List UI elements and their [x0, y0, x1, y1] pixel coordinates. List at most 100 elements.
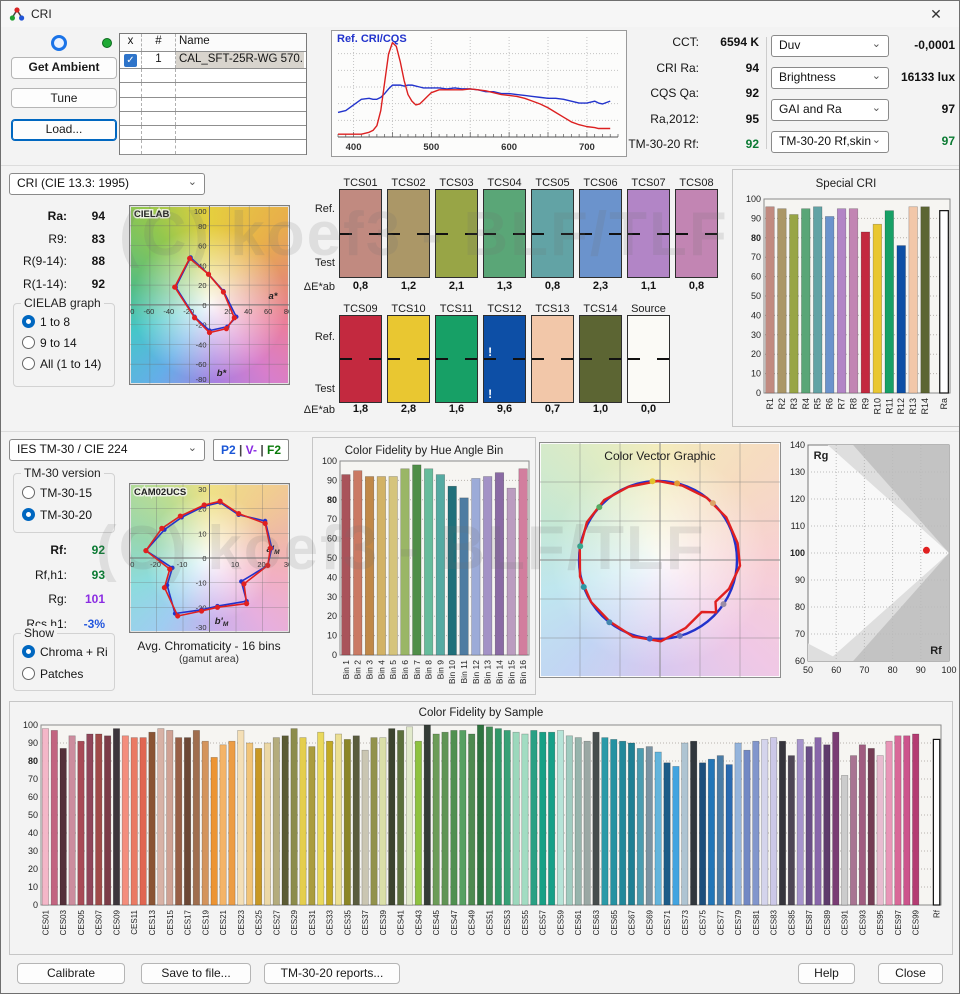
- table-row-empty[interactable]: [120, 111, 306, 127]
- tcs-swatch: [339, 189, 382, 278]
- table-row-empty[interactable]: [120, 126, 306, 141]
- metric-combo[interactable]: ⌄ Brightness: [771, 67, 889, 89]
- get-ambient-button[interactable]: Get Ambient: [11, 57, 117, 79]
- ref-test-divider: [561, 358, 573, 360]
- radio-unselected[interactable]: [22, 667, 35, 680]
- stat-value: 92: [745, 137, 759, 151]
- delta-e-value: 0,7: [544, 403, 561, 415]
- tcs-swatch: [675, 189, 718, 278]
- svg-text:70: 70: [28, 774, 38, 784]
- cam-caption: Avg. Chromaticity - 16 bins: [137, 639, 281, 653]
- svg-text:CES57: CES57: [539, 909, 548, 935]
- radio-option[interactable]: 9 to 14: [22, 336, 77, 351]
- delta-e-label: ΔE*ab: [303, 404, 335, 416]
- metric-value: 97: [941, 102, 955, 116]
- cri-standard-combo[interactable]: ⌄ CRI (CIE 13.3: 1995): [9, 173, 205, 195]
- stat-row: Ra,2012: 95: [623, 112, 759, 126]
- svg-text:100: 100: [23, 720, 38, 730]
- radio-unselected[interactable]: [22, 357, 35, 370]
- ref-test-divider: [705, 232, 717, 235]
- tcs-label: TCS03: [439, 177, 474, 189]
- tcs-label: TCS12: [487, 303, 522, 315]
- close-icon[interactable]: ✕: [921, 4, 951, 24]
- svg-text:70: 70: [859, 665, 869, 675]
- combo-value: CRI (CIE 13.3: 1995): [17, 176, 130, 190]
- ref-test-divider: [388, 358, 400, 360]
- svg-text:100: 100: [941, 665, 956, 675]
- table-row[interactable]: ✓ 1 CAL_SFT-25R-WG 570...: [120, 52, 306, 69]
- table-row-empty[interactable]: [120, 97, 306, 112]
- radio-unselected[interactable]: [22, 336, 35, 349]
- group-title: Show: [21, 626, 58, 640]
- table-cell: [142, 97, 176, 111]
- radio-label: Patches: [40, 667, 84, 681]
- metric-combo[interactable]: ⌄ GAI and Ra: [771, 99, 889, 121]
- report-link-group[interactable]: P2 | V- | F2: [221, 443, 281, 457]
- svg-text:-30: -30: [130, 560, 134, 569]
- table-cell: [142, 83, 176, 97]
- svg-text:CES91: CES91: [841, 909, 850, 935]
- svg-text:130: 130: [790, 467, 805, 477]
- stat-value: 88: [91, 254, 105, 269]
- radio-unselected[interactable]: [22, 486, 35, 499]
- svg-text:CES21: CES21: [219, 909, 228, 935]
- svg-text:50: 50: [327, 553, 337, 563]
- svg-text:-60: -60: [196, 360, 207, 369]
- table-row-empty[interactable]: [120, 83, 306, 98]
- tm30-standard-combo[interactable]: ⌄ IES TM-30 / CIE 224: [9, 439, 205, 461]
- calibrate-button[interactable]: Calibrate: [17, 963, 125, 984]
- report-link[interactable]: P2: [221, 443, 236, 457]
- metric-combo[interactable]: ⌄ Duv: [771, 35, 889, 57]
- svg-text:CES93: CES93: [858, 909, 867, 935]
- radio-label: 9 to 14: [40, 336, 77, 350]
- radio-label: 1 to 8: [40, 315, 71, 329]
- report-link[interactable]: V-: [246, 443, 257, 457]
- test-label: Test: [314, 383, 335, 395]
- svg-text:10: 10: [751, 369, 761, 379]
- svg-text:60: 60: [198, 242, 206, 251]
- svg-text:0: 0: [332, 650, 337, 660]
- svg-text:20: 20: [28, 864, 38, 874]
- table-row-empty[interactable]: [120, 69, 306, 84]
- ref-test-divider: [561, 232, 573, 235]
- radio-option[interactable]: Patches: [22, 667, 83, 682]
- table-cell: 1: [142, 52, 176, 68]
- source-table[interactable]: x # Name ✓ 1 CAL_SFT-25R-WG 570...: [119, 33, 307, 155]
- report-link[interactable]: F2: [267, 443, 281, 457]
- ref-test-divider: [609, 232, 621, 235]
- radio-selected[interactable]: [22, 508, 35, 521]
- radio-option[interactable]: TM-30-15: [22, 486, 92, 501]
- metric-combo[interactable]: ⌄ TM-30-20 Rf,skin: [771, 131, 889, 153]
- table-cell: [142, 111, 176, 126]
- radio-selected[interactable]: [22, 315, 35, 328]
- svg-text:0: 0: [33, 900, 38, 910]
- tune-button[interactable]: Tune: [11, 88, 117, 108]
- radio-option[interactable]: Chroma + Ri: [22, 645, 108, 660]
- svg-text:R7: R7: [837, 398, 847, 410]
- ref-test-divider: [465, 232, 477, 235]
- svg-text:-10: -10: [196, 579, 207, 588]
- svg-text:R2: R2: [777, 398, 787, 410]
- report-links[interactable]: P2 | V- | F2: [213, 439, 289, 461]
- tm30-reports-button[interactable]: TM-30-20 reports...: [264, 963, 400, 984]
- svg-text:CES27: CES27: [272, 909, 281, 935]
- load-button[interactable]: Load...: [11, 119, 117, 141]
- divider: [1, 431, 959, 432]
- tcs-swatch: [531, 189, 574, 278]
- tcs-swatch: [387, 315, 430, 403]
- svg-text:700: 700: [579, 142, 595, 153]
- radio-option[interactable]: 1 to 8: [22, 315, 70, 330]
- table-cell: ✓: [120, 52, 142, 68]
- cvg-title: Color Vector Graphic: [604, 449, 716, 463]
- help-button[interactable]: Help: [798, 963, 855, 984]
- ref-label: Ref.: [314, 331, 335, 343]
- svg-text:R11: R11: [884, 398, 894, 414]
- save-to-file-button[interactable]: Save to file...: [141, 963, 251, 984]
- radio-selected[interactable]: [22, 645, 35, 658]
- svg-text:CES97: CES97: [894, 909, 903, 935]
- checkbox-checked-icon[interactable]: ✓: [124, 54, 137, 67]
- radio-option[interactable]: All (1 to 14): [22, 357, 101, 372]
- table-row-empty[interactable]: [120, 140, 306, 155]
- close-button[interactable]: Close: [878, 963, 943, 984]
- radio-option[interactable]: TM-30-20: [22, 508, 92, 523]
